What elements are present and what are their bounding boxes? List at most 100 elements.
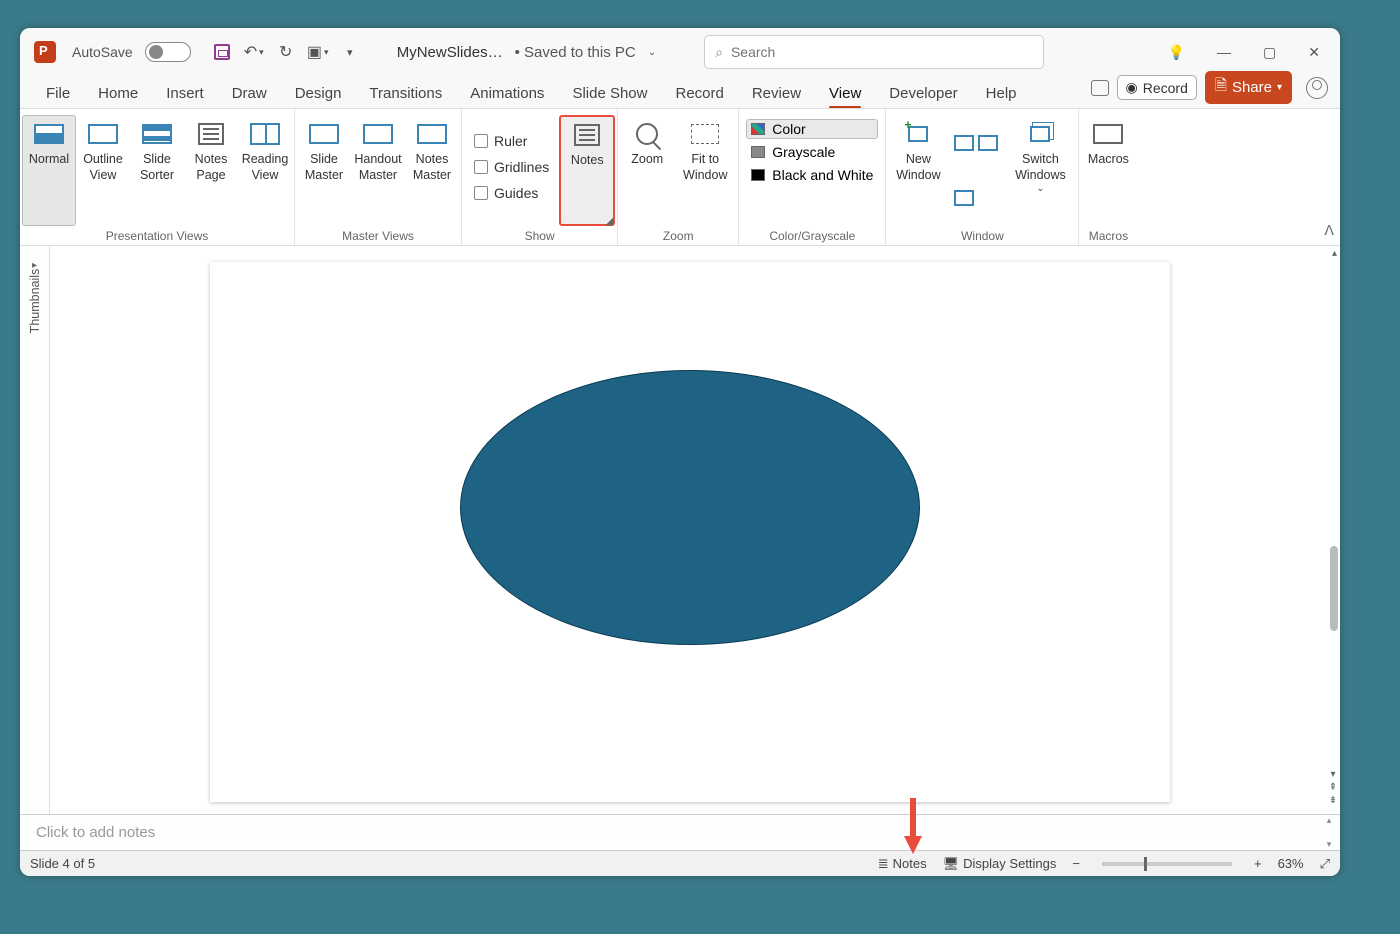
group-label: Window (888, 226, 1076, 245)
bw-mode-button[interactable]: Black and White (751, 167, 873, 183)
ruler-checkbox[interactable]: Ruler (474, 133, 549, 149)
ellipse-shape[interactable] (460, 370, 920, 645)
handout-master-button[interactable]: Handout Master (351, 115, 405, 226)
autosave-label: AutoSave (72, 44, 133, 60)
thumbnails-label: Thumbnails (28, 269, 42, 334)
notes-master-button[interactable]: Notes Master (405, 115, 459, 226)
group-label: Presentation Views (22, 226, 292, 245)
notes-toggle-button[interactable]: Notes (559, 115, 615, 226)
chevron-down-icon[interactable]: ⌄ (648, 47, 656, 58)
tab-animations[interactable]: Animations (456, 81, 558, 108)
slide-master-button[interactable]: Slide Master (297, 115, 351, 226)
tab-help[interactable]: Help (972, 81, 1031, 108)
minimize-button[interactable]: ― (1217, 44, 1231, 60)
scroll-down-icon[interactable]: ▾ (1330, 769, 1335, 780)
scrollbar-thumb[interactable] (1330, 546, 1338, 631)
scroll-up-icon[interactable]: ▴ (1332, 248, 1337, 259)
slide-sorter-button[interactable]: Slide Sorter (130, 115, 184, 226)
arrange-all-icon[interactable] (954, 135, 974, 151)
app-window: AutoSave ↶▾ ↻ ▣▾ ▾ MyNewSlides… • Saved … (20, 28, 1340, 876)
group-zoom: Zoom Fit to Window Zoom (618, 109, 739, 245)
search-box[interactable]: ⌕ (704, 35, 1044, 69)
move-split-icon[interactable] (954, 190, 974, 206)
outline-view-button[interactable]: Outline View (76, 115, 130, 226)
share-button[interactable]: 🗎 Share ▾ (1205, 71, 1292, 104)
ribbon-tabs: File Home Insert Draw Design Transitions… (20, 76, 1340, 108)
close-button[interactable]: ✕ (1308, 44, 1320, 61)
group-master-views: Slide Master Handout Master Notes Master… (295, 109, 462, 245)
comments-button[interactable] (1091, 80, 1109, 96)
vertical-scrollbar[interactable]: ▴ ▾ ⇞ ⇟ (1326, 246, 1340, 814)
tab-draw[interactable]: Draw (218, 81, 281, 108)
normal-view-button[interactable]: Normal (22, 115, 76, 226)
zoom-button[interactable]: Zoom (620, 115, 674, 226)
statusbar: Slide 4 of 5 ≣Notes 🖥Display Settings − … (20, 850, 1340, 876)
tab-slide-show[interactable]: Slide Show (558, 81, 661, 108)
tab-review[interactable]: Review (738, 81, 815, 108)
window-controls: 💡 ― ▢ ✕ (1168, 44, 1332, 61)
redo-icon[interactable]: ↻ (277, 43, 295, 61)
titlebar: AutoSave ↶▾ ↻ ▣▾ ▾ MyNewSlides… • Saved … (20, 28, 1340, 76)
next-slide-icon[interactable]: ⇟ (1329, 795, 1337, 806)
tab-developer[interactable]: Developer (875, 81, 971, 108)
color-mode-button[interactable]: Color (746, 119, 878, 139)
zoom-out-button[interactable]: − (1072, 856, 1080, 871)
notes-page-button[interactable]: Notes Page (184, 115, 238, 226)
document-title[interactable]: MyNewSlides… (397, 44, 503, 61)
fit-to-window-button[interactable]: Fit to Window (674, 115, 736, 226)
tab-home[interactable]: Home (84, 81, 152, 108)
cascade-icon[interactable] (978, 135, 998, 151)
grayscale-mode-button[interactable]: Grayscale (751, 144, 873, 160)
group-color-grayscale: Color Grayscale Black and White Color/Gr… (739, 109, 886, 245)
tab-view[interactable]: View (815, 81, 875, 108)
slide-canvas[interactable] (210, 262, 1170, 802)
notes-status-button[interactable]: ≣Notes (878, 856, 927, 872)
prev-slide-icon[interactable]: ⇞ (1329, 782, 1337, 793)
notes-pane[interactable]: Click to add notes ▴ ▾ (20, 814, 1340, 850)
switch-windows-button[interactable]: Switch Windows⌄ (1004, 115, 1076, 226)
slide-counter[interactable]: Slide 4 of 5 (30, 856, 95, 871)
macros-button[interactable]: Macros (1081, 115, 1135, 226)
tab-record[interactable]: Record (661, 81, 737, 108)
collapse-ribbon-icon[interactable]: ᐱ (1324, 222, 1334, 239)
notes-scroll-down[interactable]: ▾ (1327, 839, 1332, 850)
tab-transitions[interactable]: Transitions (355, 81, 456, 108)
app-icon (34, 41, 56, 63)
zoom-slider[interactable] (1102, 862, 1232, 866)
dialog-launcher-icon[interactable]: ◢ (606, 216, 614, 227)
gridlines-checkbox[interactable]: Gridlines (474, 159, 549, 175)
record-button[interactable]: Record (1117, 75, 1197, 100)
present-from-beginning-icon[interactable]: ▣▾ (309, 43, 327, 61)
tab-design[interactable]: Design (281, 81, 356, 108)
display-icon: 🖥 (943, 856, 960, 872)
zoom-percent[interactable]: 63% (1278, 856, 1304, 871)
group-show: Ruler Gridlines Guides Notes Show ◢ (462, 109, 618, 245)
group-macros: Macros Macros (1079, 109, 1137, 245)
zoom-in-button[interactable]: + (1254, 856, 1262, 871)
undo-icon[interactable]: ↶▾ (245, 43, 263, 61)
autosave-toggle[interactable] (145, 42, 191, 62)
tab-insert[interactable]: Insert (152, 81, 218, 108)
notes-placeholder: Click to add notes (36, 824, 155, 841)
maximize-button[interactable]: ▢ (1263, 44, 1276, 61)
group-label: Zoom (620, 226, 736, 245)
search-input[interactable] (731, 44, 1033, 60)
reading-view-button[interactable]: Reading View (238, 115, 292, 226)
notes-scroll-up[interactable]: ▴ (1327, 815, 1332, 826)
slide-canvas-area: ▴ ▾ ⇞ ⇟ (50, 246, 1340, 814)
group-window: +New Window Switch Windows⌄ Window (886, 109, 1079, 245)
fit-to-window-status-button[interactable]: ⤢ (1320, 856, 1330, 872)
customize-qat-icon[interactable]: ▾ (341, 43, 359, 61)
guides-checkbox[interactable]: Guides (474, 185, 549, 201)
thumbnails-panel-collapsed[interactable]: ▸ Thumbnails (20, 246, 50, 814)
group-label: Master Views (297, 226, 459, 245)
lightbulb-icon[interactable]: 💡 (1168, 44, 1185, 61)
save-status[interactable]: • Saved to this PC (515, 44, 636, 61)
new-window-button[interactable]: +New Window (888, 115, 948, 226)
display-settings-button[interactable]: 🖥Display Settings (943, 856, 1057, 872)
workspace: ▸ Thumbnails ▴ ▾ ⇞ ⇟ (20, 246, 1340, 814)
save-icon[interactable] (213, 43, 231, 61)
account-icon[interactable] (1306, 77, 1328, 99)
tab-file[interactable]: File (32, 81, 84, 108)
group-label: Color/Grayscale (741, 226, 883, 245)
